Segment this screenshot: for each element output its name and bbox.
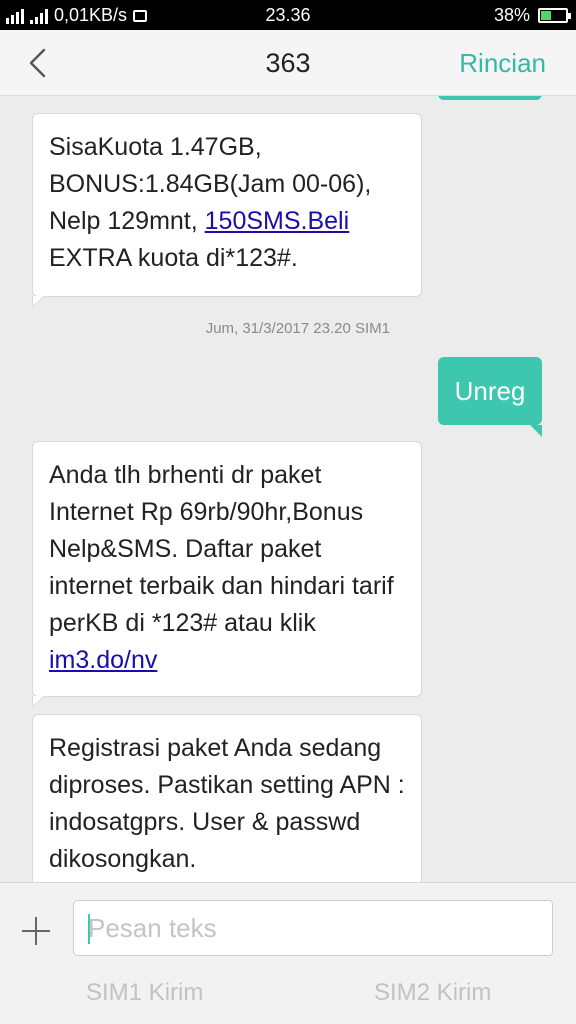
send-sim1-button[interactable]: SIM1 Kirim	[86, 979, 203, 1007]
battery-percent: 38%	[493, 5, 530, 25]
incoming-message[interactable]: Registrasi paket Anda sedang diproses. P…	[32, 714, 422, 882]
message-text: Unreg	[454, 376, 526, 406]
previous-outgoing-bubble	[438, 96, 542, 100]
battery-fill	[541, 11, 551, 20]
message-link[interactable]: 150SMS.Beli	[205, 207, 350, 235]
status-bar: 0,01KB/s 23.36 38%	[0, 0, 576, 30]
conversation-header: 363 Rincian	[0, 30, 576, 96]
message-text: EXTRA kuota di*123#.	[49, 244, 298, 272]
send-sim2-button[interactable]: SIM2 Kirim	[374, 979, 491, 1007]
composer-bar: SIM1 Kirim SIM2 Kirim	[0, 882, 576, 1024]
outgoing-message[interactable]: Unreg	[438, 357, 542, 437]
status-time: 23.36	[265, 5, 311, 25]
incoming-message[interactable]: SisaKuota 1.47GB, BONUS:1.84GB(Jam 00-06…	[32, 113, 422, 308]
details-button[interactable]: Rincian	[459, 48, 546, 79]
message-list[interactable]: SisaKuota 1.47GB, BONUS:1.84GB(Jam 00-06…	[0, 96, 576, 882]
message-text: Anda tlh brhenti dr paket Internet Rp 69…	[49, 461, 394, 637]
status-right: 38%	[493, 5, 571, 26]
add-attachment-icon[interactable]	[22, 917, 50, 945]
message-input[interactable]	[73, 900, 553, 956]
incoming-message[interactable]: Anda tlh brhenti dr paket Internet Rp 69…	[32, 441, 422, 708]
message-timestamp: Jum, 31/3/2017 23.20 SIM1	[205, 320, 390, 337]
battery-icon	[538, 8, 571, 23]
message-text: Registrasi paket Anda sedang diproses. P…	[49, 734, 405, 873]
text-cursor	[88, 914, 90, 944]
message-link[interactable]: im3.do/nv	[49, 646, 157, 674]
